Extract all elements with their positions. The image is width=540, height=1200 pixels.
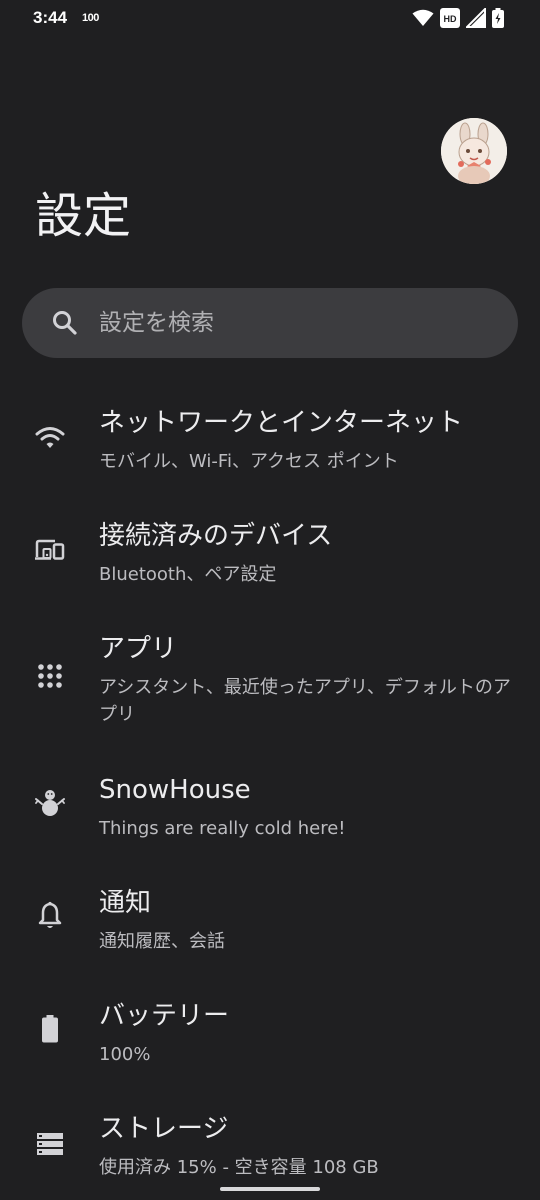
setting-subtitle: Bluetooth、ペア設定 xyxy=(99,564,277,585)
setting-snowhouse[interactable]: SnowHouse Things are really cold here! xyxy=(0,773,540,853)
gesture-nav-handle[interactable] xyxy=(220,1187,320,1191)
cell-signal-icon xyxy=(464,6,486,32)
profile-avatar[interactable] xyxy=(441,118,507,184)
status-extra-indicator: 100 xyxy=(82,12,99,24)
snowman-icon xyxy=(34,787,66,819)
setting-notifications[interactable]: 通知 通知履歴、会話 xyxy=(0,886,540,966)
setting-connected-devices[interactable]: 接続済みのデバイス Bluetooth、ペア設定 xyxy=(0,519,540,599)
setting-title: ストレージ xyxy=(99,1114,229,1144)
apps-grid-icon xyxy=(34,660,66,692)
page-title: 設定 xyxy=(35,188,132,244)
storage-icon xyxy=(34,1128,66,1160)
search-icon xyxy=(52,310,78,336)
setting-network[interactable]: ネットワークとインターネット モバイル、Wi-Fi、アクセス ポイント xyxy=(0,406,540,486)
status-time: 3:44 xyxy=(33,8,68,27)
setting-subtitle: 100% xyxy=(99,1044,151,1065)
setting-subtitle: モバイル、Wi-Fi、アクセス ポイント xyxy=(99,451,399,472)
search-placeholder: 設定を検索 xyxy=(99,310,214,336)
setting-apps[interactable]: アプリ アシスタント、最近使ったアプリ、デフォルトのアプリ xyxy=(0,632,540,732)
setting-subtitle: 通知履歴、会話 xyxy=(99,931,225,952)
hd-label: HD xyxy=(444,14,457,24)
status-bar: 3:44 100 HD xyxy=(0,0,540,40)
setting-title: ネットワークとインターネット xyxy=(99,408,464,438)
wifi-icon xyxy=(34,422,66,454)
setting-storage[interactable]: ストレージ 使用済み 15% - 空き容量 108 GB xyxy=(0,1112,540,1192)
connected-devices-icon xyxy=(34,535,66,567)
setting-title: 通知 xyxy=(99,888,152,918)
bell-icon xyxy=(34,900,66,932)
battery-charging-icon xyxy=(492,8,504,32)
setting-subtitle: 使用済み 15% - 空き容量 108 GB xyxy=(99,1157,379,1178)
setting-title: バッテリー xyxy=(99,1001,230,1031)
battery-icon xyxy=(34,1013,66,1045)
status-icons: HD xyxy=(412,6,504,32)
setting-title: 接続済みのデバイス xyxy=(99,521,333,551)
setting-title: アプリ xyxy=(99,634,178,664)
setting-subtitle: Things are really cold here! xyxy=(99,818,346,839)
wifi-icon xyxy=(412,9,434,31)
setting-subtitle: アシスタント、最近使ったアプリ、デフォルトのアプリ xyxy=(99,677,511,725)
setting-title: SnowHouse xyxy=(99,775,251,805)
hd-voice-icon: HD xyxy=(440,8,460,32)
search-bar[interactable]: 設定を検索 xyxy=(22,288,518,358)
setting-battery[interactable]: バッテリー 100% xyxy=(0,999,540,1079)
